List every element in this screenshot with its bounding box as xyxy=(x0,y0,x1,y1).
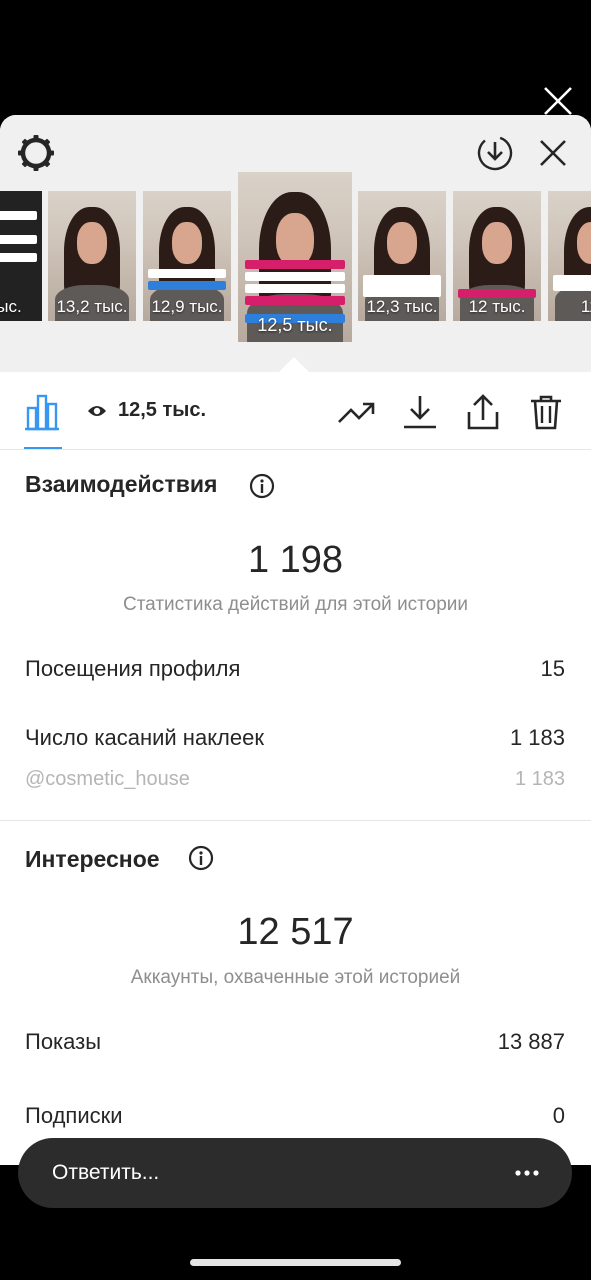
story-insights-screen: 4 тыс. 13,2 тыс. 12,9 тыс. xyxy=(0,0,591,1280)
story-thumbnail[interactable]: 12,3 тыс. xyxy=(358,191,446,321)
story-views: 13,2 тыс. xyxy=(56,297,128,316)
info-icon[interactable] xyxy=(188,845,214,871)
story-thumbnail[interactable]: 12,9 тыс. xyxy=(143,191,231,321)
insights-toolbar: 12,5 тыс. xyxy=(0,372,591,450)
trash-icon[interactable] xyxy=(526,392,566,432)
sticker-taps-label: Число касаний наклеек xyxy=(25,725,264,750)
divider xyxy=(0,820,591,821)
insights-sheet: 4 тыс. 13,2 тыс. 12,9 тыс. xyxy=(0,115,591,1165)
story-views: 4 тыс. xyxy=(0,297,22,316)
story-views: 12,3 тыс. xyxy=(366,297,438,316)
profile-visits-label: Посещения профиля xyxy=(25,656,241,681)
interactions-total: 1 198 xyxy=(247,539,344,581)
mention-sticker-value: 1 183 xyxy=(514,768,565,790)
close-icon[interactable] xyxy=(533,133,573,173)
story-thumbnail[interactable]: 11, xyxy=(548,191,591,321)
reply-input[interactable]: Ответить... xyxy=(52,1161,159,1185)
interactions-title: Взаимодействия xyxy=(25,471,218,497)
story-views: 12,5 тыс. xyxy=(257,315,333,335)
discovery-title: Интересное xyxy=(25,846,160,872)
close-icon[interactable] xyxy=(543,86,573,116)
story-thumbnail-area: 4 тыс. 13,2 тыс. 12,9 тыс. xyxy=(0,115,591,373)
bar-chart-icon[interactable] xyxy=(20,390,64,434)
reach-total: 12 517 xyxy=(237,911,354,953)
trending-up-icon[interactable] xyxy=(337,392,377,432)
impressions-label: Показы xyxy=(25,1029,102,1054)
story-views: 12 тыс. xyxy=(468,297,526,316)
view-count: 12,5 тыс. xyxy=(118,399,207,421)
selected-pointer xyxy=(278,357,310,373)
story-thumbnail[interactable]: 12 тыс. xyxy=(453,191,541,321)
follows-label: Подписки xyxy=(25,1103,123,1128)
download-icon[interactable] xyxy=(400,392,440,432)
gear-icon[interactable] xyxy=(16,133,56,173)
story-thumbnail[interactable]: 4 тыс. xyxy=(0,191,42,321)
more-dots-icon[interactable] xyxy=(512,1158,542,1188)
info-icon[interactable] xyxy=(249,473,275,499)
eye-icon xyxy=(88,406,106,416)
reach-caption: Аккаунты, охваченные этой историей xyxy=(130,967,461,988)
story-thumbnails-strip[interactable]: 4 тыс. 13,2 тыс. 12,9 тыс. xyxy=(0,172,591,347)
mention-sticker-label: @cosmetic_house xyxy=(25,768,190,790)
sticker-taps-value: 1 183 xyxy=(509,725,565,750)
follows-value: 0 xyxy=(552,1103,565,1128)
reply-bar[interactable]: Ответить... xyxy=(18,1138,572,1208)
impressions-value: 13 887 xyxy=(497,1029,565,1054)
story-thumbnail-selected[interactable]: 12,5 тыс. xyxy=(238,172,352,342)
share-icon[interactable] xyxy=(463,392,503,432)
profile-visits-value: 15 xyxy=(540,656,565,681)
story-views: 11, xyxy=(580,297,591,316)
download-circle-icon[interactable] xyxy=(475,133,515,173)
interactions-caption: Статистика действий для этой истории xyxy=(122,594,469,615)
story-thumbnail[interactable]: 13,2 тыс. xyxy=(48,191,136,321)
story-views: 12,9 тыс. xyxy=(151,297,223,316)
home-indicator xyxy=(190,1259,401,1266)
tab-underline xyxy=(24,447,62,449)
